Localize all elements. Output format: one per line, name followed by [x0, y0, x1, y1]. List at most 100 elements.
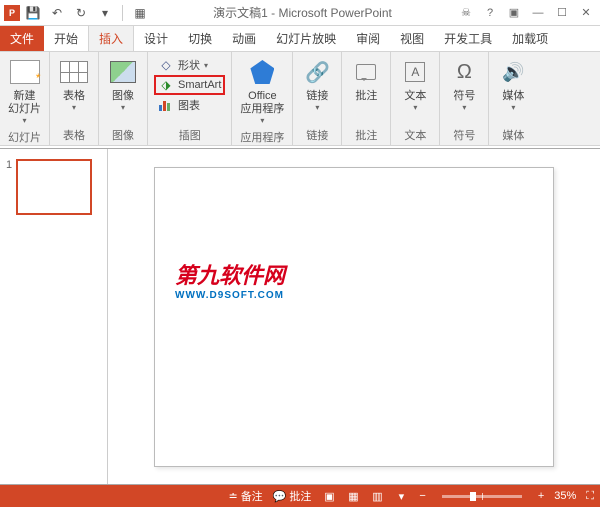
link-label: 链接 [306, 90, 328, 103]
tab-review[interactable]: 审阅 [346, 26, 390, 51]
group-label-images: 图像 [103, 125, 143, 145]
notes-button[interactable]: ≐ 备注 [228, 488, 262, 504]
group-media: 🔊 媒体 ▾ 媒体 [489, 52, 537, 145]
slideshow-view-icon[interactable]: ▾ [393, 488, 409, 504]
sorter-view-icon[interactable]: ▦ [345, 488, 361, 504]
tab-view[interactable]: 视图 [390, 26, 434, 51]
comment-button[interactable]: 批注 [346, 54, 386, 105]
textbox-label: 文本 [404, 90, 426, 103]
thumbnail-item[interactable]: 1 [6, 159, 101, 215]
table-icon [58, 56, 90, 88]
textbox-button[interactable]: A 文本 ▾ [395, 54, 435, 114]
ribbon-tabs: 文件 开始 插入 设计 切换 动画 幻灯片放映 审阅 视图 开发工具 加载项 [0, 26, 600, 52]
chevron-down-icon: ▾ [121, 103, 125, 112]
shapes-button[interactable]: ◇ 形状 ▾ [154, 56, 225, 74]
tab-developer[interactable]: 开发工具 [434, 26, 502, 51]
tab-slideshow[interactable]: 幻灯片放映 [266, 26, 346, 51]
group-label-text: 文本 [395, 125, 435, 145]
group-links: 🔗 链接 ▾ 链接 [293, 52, 342, 145]
tab-design[interactable]: 设计 [134, 26, 178, 51]
chevron-down-icon: ▾ [462, 103, 466, 112]
symbol-icon: Ω [448, 56, 480, 88]
start-slideshow-icon[interactable]: ▦ [131, 4, 149, 22]
comments-button[interactable]: 💬 批注 [273, 488, 312, 504]
chart-icon [158, 97, 174, 113]
comments-label: 批注 [289, 488, 311, 504]
zoom-in-button[interactable]: + [538, 490, 544, 502]
link-icon: 🔗 [301, 56, 333, 88]
zoom-out-button[interactable]: − [419, 490, 425, 502]
separator [122, 5, 123, 21]
group-comments: 批注 批注 [342, 52, 391, 145]
chevron-down-icon: ▾ [22, 116, 26, 125]
media-button[interactable]: 🔊 媒体 ▾ [493, 54, 533, 114]
shapes-label: 形状 [178, 57, 200, 73]
comment-label: 批注 [355, 90, 377, 103]
watermark: 第九软件网 WWW.D9SOFT.COM [175, 258, 285, 301]
tab-addins[interactable]: 加载项 [502, 26, 558, 51]
maximize-icon[interactable]: ☐ [552, 4, 572, 22]
group-label-apps: 应用程序 [236, 127, 288, 147]
ribbon-options-icon[interactable]: ▣ [504, 4, 524, 22]
group-apps: Office 应用程序 ▾ 应用程序 [232, 52, 293, 145]
office-apps-label: Office 应用程序 [240, 90, 284, 116]
slide-canvas[interactable]: 第九软件网 WWW.D9SOFT.COM [108, 149, 600, 484]
ribbon: 新建 幻灯片 ▾ 幻灯片 表格 ▾ 表格 图像 ▾ 图像 [0, 52, 600, 146]
watermark-sub: WWW.D9SOFT.COM [175, 290, 285, 301]
chart-button[interactable]: 图表 [154, 96, 225, 114]
group-label-media: 媒体 [493, 125, 533, 145]
qat-dropdown-icon[interactable]: ▾ [96, 4, 114, 22]
link-button[interactable]: 🔗 链接 ▾ [297, 54, 337, 114]
group-label-illustrations: 插图 [152, 125, 227, 145]
tab-file[interactable]: 文件 [0, 26, 44, 51]
group-illustrations: ◇ 形状 ▾ ⬗ SmartArt 图表 插图 [148, 52, 232, 145]
zoom-slider[interactable] [442, 495, 522, 498]
image-icon [107, 56, 139, 88]
group-label-symbols: 符号 [444, 125, 484, 145]
new-slide-button[interactable]: 新建 幻灯片 ▾ [4, 54, 45, 127]
table-button[interactable]: 表格 ▾ [54, 54, 94, 114]
group-label-slides: 幻灯片 [4, 127, 45, 147]
minimize-icon[interactable]: — [528, 4, 548, 22]
group-label-links: 链接 [297, 125, 337, 145]
save-icon[interactable]: 💾 [24, 4, 42, 22]
chevron-down-icon: ▾ [511, 103, 515, 112]
title-bar: P 💾 ↶ ↻ ▾ ▦ 演示文稿1 - Microsoft PowerPoint… [0, 0, 600, 26]
undo-icon[interactable]: ↶ [48, 4, 66, 22]
media-label: 媒体 [502, 90, 524, 103]
redo-icon[interactable]: ↻ [72, 4, 90, 22]
zoom-level[interactable]: 35% [554, 490, 576, 502]
status-bar: ≐ 备注 💬 批注 ▣ ▦ ▥ ▾ − + 35% ⛶ [0, 485, 600, 507]
comment-icon [350, 56, 382, 88]
office-apps-button[interactable]: Office 应用程序 ▾ [236, 54, 288, 127]
window-controls: ☠ ? ▣ — ☐ ✕ [456, 4, 596, 22]
fit-to-window-icon[interactable]: ⛶ [586, 490, 594, 503]
normal-view-icon[interactable]: ▣ [321, 488, 337, 504]
media-icon: 🔊 [497, 56, 529, 88]
workspace: 1 第九软件网 WWW.D9SOFT.COM [0, 148, 600, 485]
new-slide-icon [9, 56, 41, 88]
slide-thumbnails-panel[interactable]: 1 [0, 149, 108, 484]
smartart-icon: ⬗ [158, 77, 174, 93]
slide-thumbnail[interactable] [16, 159, 92, 215]
tab-insert[interactable]: 插入 [88, 25, 134, 51]
group-slides: 新建 幻灯片 ▾ 幻灯片 [0, 52, 50, 145]
symbol-button[interactable]: Ω 符号 ▾ [444, 54, 484, 114]
skull-icon[interactable]: ☠ [456, 4, 476, 22]
image-button[interactable]: 图像 ▾ [103, 54, 143, 114]
close-icon[interactable]: ✕ [576, 4, 596, 22]
view-buttons: ▣ ▦ ▥ ▾ [321, 488, 409, 504]
chevron-down-icon: ▾ [260, 116, 264, 125]
slide[interactable]: 第九软件网 WWW.D9SOFT.COM [154, 167, 554, 467]
shapes-icon: ◇ [158, 57, 174, 73]
tab-animations[interactable]: 动画 [222, 26, 266, 51]
image-label: 图像 [112, 90, 134, 103]
chevron-down-icon: ▾ [72, 103, 76, 112]
tab-home[interactable]: 开始 [44, 26, 88, 51]
reading-view-icon[interactable]: ▥ [369, 488, 385, 504]
help-icon[interactable]: ? [480, 4, 500, 22]
table-label: 表格 [63, 90, 85, 103]
group-label-tables: 表格 [54, 125, 94, 145]
tab-transitions[interactable]: 切换 [178, 26, 222, 51]
smartart-button[interactable]: ⬗ SmartArt [154, 75, 225, 95]
